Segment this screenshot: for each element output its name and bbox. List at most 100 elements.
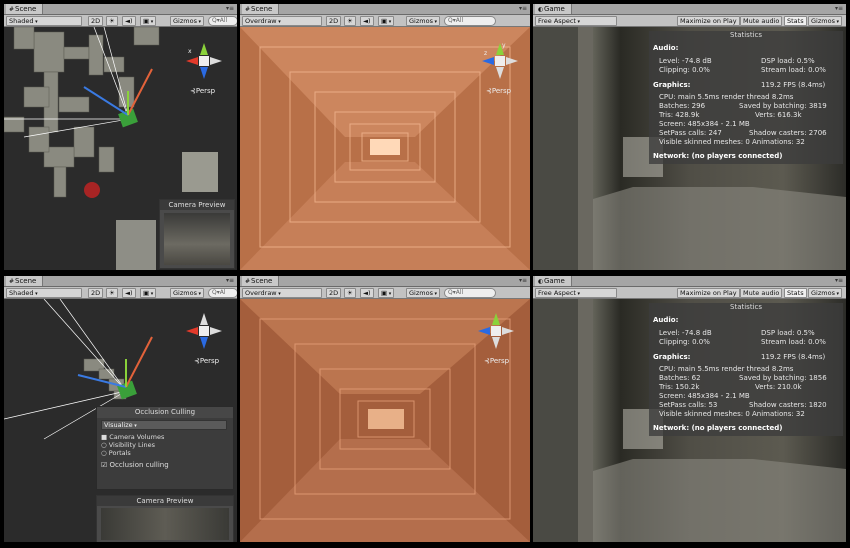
image-icon[interactable]: ▣	[378, 288, 395, 298]
game-toolbar: Free Aspect Maximize on Play Mute audio …	[533, 15, 846, 27]
occlusion-culling-toggle[interactable]: ☑ Occlusion culling	[101, 461, 169, 469]
shading-mode-dropdown[interactable]: Shaded	[6, 16, 82, 26]
gizmos-dropdown[interactable]: Gizmos	[808, 16, 843, 26]
audio-header: Audio:	[653, 44, 679, 52]
window-menu-icon[interactable]: ▾≡	[835, 5, 843, 13]
gizmos-dropdown[interactable]: Gizmos	[808, 288, 843, 298]
sun-icon[interactable]: ☀	[106, 16, 118, 26]
fps: 119.2 FPS (8.4ms)	[761, 81, 826, 89]
tab-game[interactable]: ◐Game	[535, 4, 572, 14]
orientation-gizmo[interactable]: x	[184, 41, 224, 81]
skinned-meshes: Visible skinned meshes: 0 Animations: 32	[659, 410, 805, 418]
statistics-title: Statistics	[730, 303, 762, 311]
window-menu-icon[interactable]: ▾≡	[226, 5, 234, 13]
visibility-lines-checkbox[interactable]: ○ Visibility Lines	[101, 441, 155, 449]
tab-game[interactable]: ◐Game	[535, 276, 572, 286]
toggle-2d-button[interactable]: 2D	[88, 16, 104, 26]
mute-audio-toggle[interactable]: Mute audio	[740, 288, 783, 298]
shading-mode-dropdown[interactable]: Overdraw	[242, 16, 322, 26]
window-menu-icon[interactable]: ▾≡	[519, 5, 527, 13]
window-menu-icon[interactable]: ▾≡	[835, 277, 843, 285]
image-icon[interactable]: ▣	[140, 288, 157, 298]
stream-load: Stream load: 0.0%	[761, 338, 826, 346]
shading-mode-dropdown[interactable]: Shaded	[6, 288, 82, 298]
camera-preview: Camera Preview	[96, 495, 234, 542]
image-icon[interactable]: ▣	[140, 16, 157, 26]
camera-volumes-checkbox[interactable]: ■ Camera Volumes	[101, 433, 164, 441]
image-icon[interactable]: ▣	[378, 16, 395, 26]
toggle-2d-button[interactable]: 2D	[326, 288, 342, 298]
sun-icon[interactable]: ☀	[344, 16, 356, 26]
sun-icon[interactable]: ☀	[344, 288, 356, 298]
game-view-panel: ◐Game ▾≡ Free Aspect Maximize on Play Mu…	[533, 4, 846, 270]
stats-toggle[interactable]: Stats	[784, 16, 807, 26]
orientation-gizmo[interactable]: z y	[480, 41, 520, 81]
tab-scene[interactable]: #Scene	[242, 276, 280, 286]
audio-level: Level: -74.8 dB	[659, 329, 712, 337]
game-viewport[interactable]: Statistics Audio: Level: -74.8 dB DSP lo…	[533, 27, 846, 270]
speaker-icon[interactable]: ◄)	[360, 288, 374, 298]
search-input[interactable]: Q▾All	[444, 288, 496, 298]
network-status: Network: (no players connected)	[653, 424, 783, 432]
window-menu-icon[interactable]: ▾≡	[519, 277, 527, 285]
gizmos-dropdown[interactable]: Gizmos	[170, 16, 205, 26]
occlusion-title: Occlusion Culling	[97, 407, 233, 418]
tab-scene[interactable]: #Scene	[242, 4, 280, 14]
tab-label: Game	[544, 5, 565, 13]
gizmos-dropdown[interactable]: Gizmos	[406, 288, 441, 298]
maximize-on-play-toggle[interactable]: Maximize on Play	[677, 16, 740, 26]
sun-icon[interactable]: ☀	[106, 288, 118, 298]
search-input[interactable]: Q▾All	[208, 16, 237, 26]
aspect-dropdown[interactable]: Free Aspect	[535, 16, 617, 26]
portals-checkbox[interactable]: ○ Portals	[101, 449, 131, 457]
saved-by-batching: Saved by batching: 1856	[739, 374, 827, 382]
projection-label[interactable]: ⊰Persp	[194, 357, 219, 365]
saved-by-batching: Saved by batching: 3819	[739, 102, 827, 110]
tab-scene[interactable]: #Scene	[6, 4, 44, 14]
projection-label[interactable]: ⊰Persp	[190, 87, 215, 95]
projection-label[interactable]: ⊰Persp	[486, 87, 511, 95]
graphics-header: Graphics:	[653, 81, 691, 89]
maximize-on-play-toggle[interactable]: Maximize on Play	[677, 288, 740, 298]
game-view-panel: ◐Game ▾≡ Free Aspect Maximize on Play Mu…	[533, 276, 846, 542]
setpass-calls: SetPass calls: 247	[659, 129, 722, 137]
visualize-dropdown[interactable]: Visualize	[101, 420, 227, 430]
game-viewport[interactable]: Statistics Audio: Level: -74.8 dB DSP lo…	[533, 299, 846, 542]
tab-label: Scene	[251, 277, 273, 285]
dsp-load: DSP load: 0.5%	[761, 57, 815, 65]
screen-size: Screen: 485x384 - 2.1 MB	[659, 392, 750, 400]
window-menu-icon[interactable]: ▾≡	[226, 277, 234, 285]
gizmos-dropdown[interactable]: Gizmos	[170, 288, 205, 298]
camera-preview-image	[164, 213, 230, 265]
scene-viewport[interactable]: ⊰Persp Occlusion Culling Visualize ■ Cam…	[4, 299, 237, 542]
scene-toolbar: Shaded 2D ☀ ◄) ▣ Gizmos Q▾Al	[4, 287, 237, 299]
shading-mode-dropdown[interactable]: Overdraw	[242, 288, 322, 298]
gizmos-dropdown[interactable]: Gizmos	[406, 16, 441, 26]
scene-viewport[interactable]: z y ⊰Persp	[240, 27, 530, 270]
tab-bar: ◐Game ▾≡	[533, 4, 846, 15]
speaker-icon[interactable]: ◄)	[122, 288, 136, 298]
search-input[interactable]: Q▾All	[444, 16, 496, 26]
tab-bar: #Scene ▾≡	[4, 276, 237, 287]
speaker-icon[interactable]: ◄)	[360, 16, 374, 26]
occlusion-culling-panel: Occlusion Culling Visualize ■ Camera Vol…	[96, 406, 234, 490]
batches: Batches: 296	[659, 102, 706, 110]
scene-toolbar: Overdraw 2D ☀ ◄) ▣ Gizmos Q▾All	[240, 287, 530, 299]
mute-audio-toggle[interactable]: Mute audio	[740, 16, 783, 26]
aspect-dropdown[interactable]: Free Aspect	[535, 288, 617, 298]
speaker-icon[interactable]: ◄)	[122, 16, 136, 26]
tab-scene[interactable]: #Scene	[6, 276, 44, 286]
stats-toggle[interactable]: Stats	[784, 288, 807, 298]
orientation-gizmo[interactable]	[476, 311, 516, 351]
game-toolbar: Free Aspect Maximize on Play Mute audio …	[533, 287, 846, 299]
toggle-2d-button[interactable]: 2D	[326, 16, 342, 26]
x-axis-label: x	[188, 48, 192, 55]
orientation-gizmo[interactable]	[184, 311, 224, 351]
search-input[interactable]: Q▾Al	[208, 288, 237, 298]
scene-viewport[interactable]: x ⊰Persp Camera Preview	[4, 27, 237, 270]
scene-viewport[interactable]: ⊰Persp	[240, 299, 530, 542]
projection-label[interactable]: ⊰Persp	[484, 357, 509, 365]
tab-label: Scene	[15, 5, 37, 13]
scene-view-panel: #Scene ▾≡ Shaded 2D ☀ ◄) ▣ Gizmos Q▾Al	[4, 276, 237, 542]
toggle-2d-button[interactable]: 2D	[88, 288, 104, 298]
